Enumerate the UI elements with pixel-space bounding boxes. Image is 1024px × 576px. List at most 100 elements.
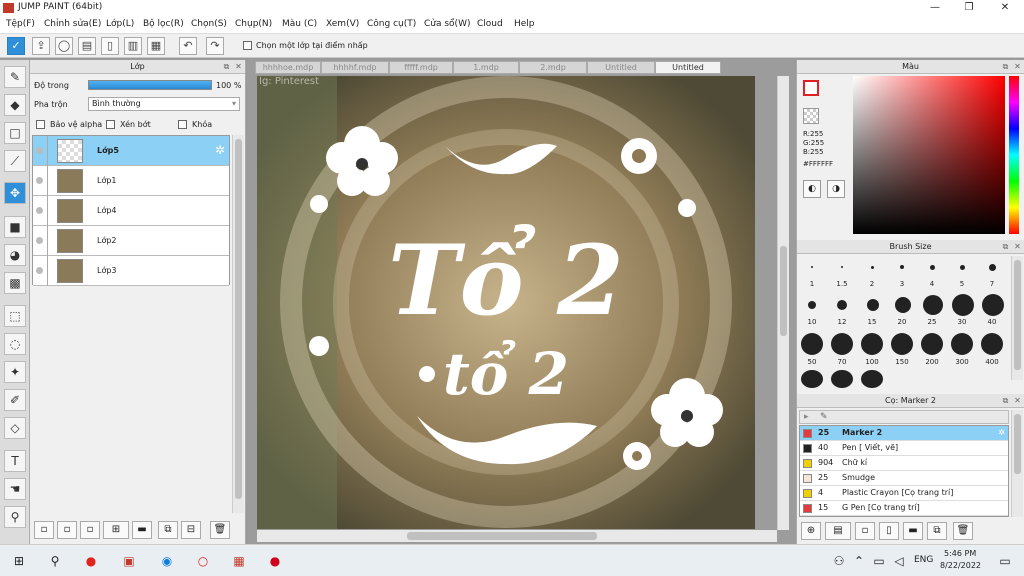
menu-file[interactable]: Tệp(F) [6,19,35,29]
brush-trash-icon[interactable]: 🗑 [953,522,973,540]
export-icon[interactable]: ⇪ [32,37,50,55]
protect-alpha-checkbox[interactable] [36,120,45,129]
menu-window[interactable]: Cửa sổ(W) [424,19,470,29]
size-dot[interactable] [831,333,853,355]
tab-document[interactable]: 1.mdp [453,61,519,74]
tab-document[interactable]: fffff.mdp [389,61,453,74]
rect-select-icon[interactable]: ⬚ [4,305,26,327]
volume-icon[interactable]: ◁ [888,551,910,571]
size-dot[interactable] [801,370,823,388]
opera-icon[interactable]: ● [80,551,102,571]
search-icon[interactable]: ⚲ [44,551,66,571]
new-layer-1bit-icon[interactable]: ▫ [80,521,100,539]
size-dot[interactable] [960,265,965,270]
menu-layer[interactable]: Lớp(L) [106,19,134,29]
new-layer-icon[interactable]: ▫ [34,521,54,539]
detach-icon[interactable]: ⧉ [1001,242,1010,251]
size-dot[interactable] [871,266,874,269]
panel-close-icon[interactable]: ✕ [1013,396,1022,405]
main-color-swatch[interactable] [803,80,819,96]
maximize-button[interactable]: ❐ [952,0,986,16]
brush-row[interactable]: 4 Plastic Crayon [Cọ trang trí] [800,486,1008,501]
select-pen-icon[interactable]: ✐ [4,389,26,411]
size-dot[interactable] [811,266,813,268]
visibility-icon[interactable] [36,267,43,274]
windows-start-icon[interactable]: ⊞ [8,551,30,571]
size-dot[interactable] [895,297,911,313]
visibility-icon[interactable] [36,237,43,244]
gear-icon[interactable]: ✲ [215,143,225,157]
visibility-icon[interactable] [36,207,43,214]
add-layer-menu-icon[interactable]: ⊞ [103,521,129,539]
opera-gx-icon[interactable]: ○ [192,551,214,571]
panel-close-icon[interactable]: ✕ [1013,62,1022,71]
panel-close-icon[interactable]: ✕ [1013,242,1022,251]
clipping-checkbox[interactable] [106,120,115,129]
brush-folder-icon[interactable]: ▬ [903,522,923,540]
brush-row[interactable]: 25 Marker 2 ✲ [800,426,1008,441]
menu-filter[interactable]: Bộ lọc(R) [143,19,184,29]
brush-size-scrollbar[interactable] [1011,256,1023,380]
gear-icon[interactable]: ✲ [998,426,1005,440]
brush-row[interactable]: 25 Smudge [800,471,1008,486]
menu-color[interactable]: Màu (C) [282,19,317,29]
size-dot[interactable] [900,265,904,269]
size-dot[interactable] [841,266,843,268]
brush-tool-icon[interactable]: ✎ [4,66,26,88]
tab-document-active[interactable]: Untitled [655,61,721,74]
menu-cloud[interactable]: Cloud [477,19,503,29]
people-icon[interactable]: ⚇ [828,551,850,571]
line-tool-icon[interactable]: ⟋ [4,150,26,172]
notification-icon[interactable]: ▭ [994,551,1016,571]
undo-icon[interactable]: ↶ [179,37,197,55]
transparent-swatch[interactable] [803,108,819,124]
tab-document[interactable]: Untitled [587,61,655,74]
menu-view[interactable]: Xem(V) [326,19,359,29]
size-dot[interactable] [989,264,996,271]
size-dot[interactable] [861,333,883,355]
text-box-icon[interactable]: ▤ [78,37,96,55]
fill-rect-tool-icon[interactable]: ■ [4,216,26,238]
brush-row[interactable]: 40 Pen [ Viết, vẽ] [800,441,1008,456]
lasso-select-icon[interactable]: ◌ [4,333,26,355]
speech-bubble-icon[interactable]: ◯ [55,37,73,55]
color-picker-icon[interactable]: ◑ [827,180,845,198]
redo-icon[interactable]: ↷ [206,37,224,55]
chevron-up-icon[interactable]: ⌃ [848,551,870,571]
color-picker-square[interactable] [853,76,1005,234]
record-icon[interactable]: ● [264,551,286,571]
grid-icon[interactable]: ▦ [147,37,165,55]
canvas-horizontal-scrollbar[interactable] [257,530,777,542]
size-dot[interactable] [923,295,943,315]
layer-row[interactable]: Lớp1 [33,166,229,196]
brush-row[interactable]: 15 G Pen [Cọ trang trí] [800,501,1008,516]
size-dot[interactable] [982,294,1004,316]
menu-select[interactable]: Chọn(S) [191,19,227,29]
folder-icon[interactable]: ▬ [132,521,152,539]
pick-layer-checkbox[interactable] [243,41,252,50]
visibility-icon[interactable] [36,177,43,184]
add-brush-icon[interactable]: ⊕ [801,522,821,540]
size-dot[interactable] [891,333,913,355]
document-icon[interactable]: ▥ [124,37,142,55]
size-dot[interactable] [808,301,816,309]
jump-paint-taskbar-icon[interactable]: ▦ [228,551,250,571]
network-icon[interactable]: ▭ [868,551,890,571]
size-dot[interactable] [801,333,823,355]
trash-icon[interactable]: 🗑 [210,521,230,539]
menu-tools[interactable]: Công cụ(T) [367,19,416,29]
brush-row[interactable]: 904 Chữ kí [800,456,1008,471]
size-dot[interactable] [951,333,973,355]
check-icon[interactable]: ✓ [7,37,25,55]
tab-document[interactable]: hhhhoe.mdp [255,61,321,74]
canvas-vertical-scrollbar[interactable] [777,76,789,530]
layer-row[interactable]: Lớp4 [33,196,229,226]
menu-edit[interactable]: Chỉnh sửa(E) [44,19,101,29]
layer-row[interactable]: Lớp3 [33,256,229,286]
gradient-tool-icon[interactable]: ▩ [4,272,26,294]
lock-checkbox[interactable] [178,120,187,129]
size-dot[interactable] [867,299,879,311]
bucket-tool-icon[interactable]: ◕ [4,244,26,266]
size-dot[interactable] [952,294,974,316]
brush-menu-icon[interactable]: ▤ [825,522,851,540]
